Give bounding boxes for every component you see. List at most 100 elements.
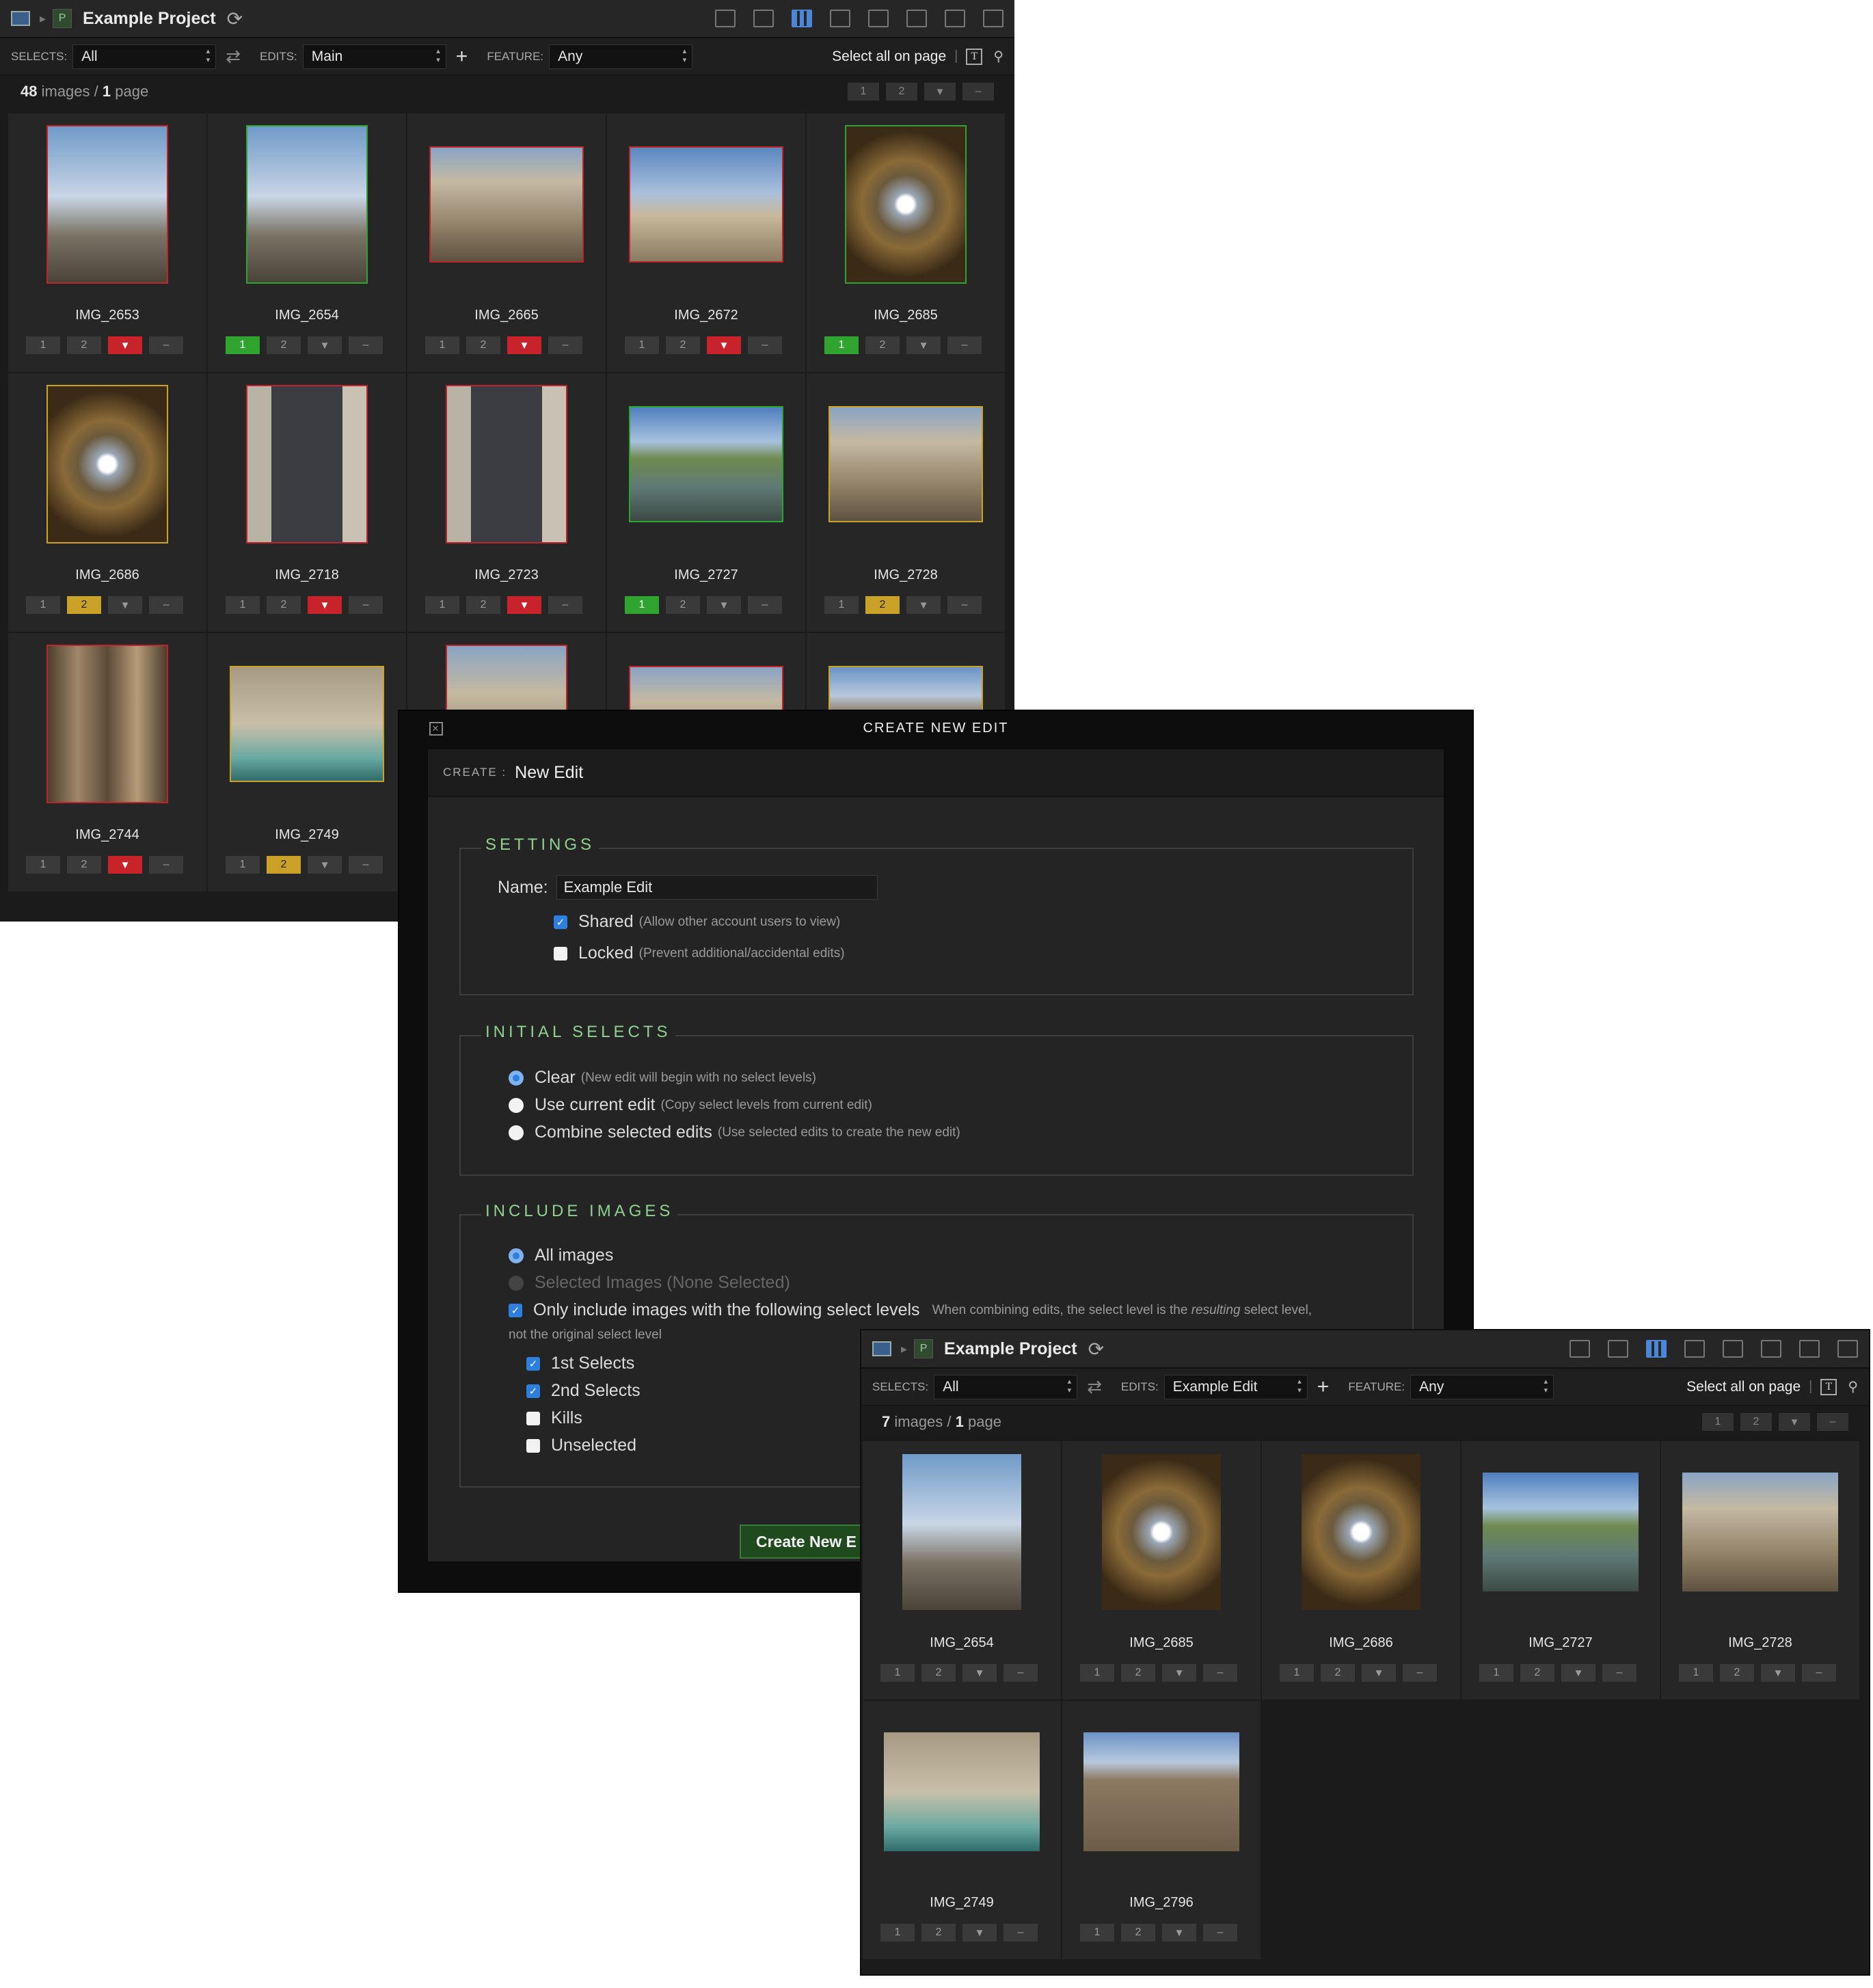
level-2-button[interactable]: 2 xyxy=(67,596,101,614)
level-2-button[interactable]: 2 xyxy=(267,596,301,614)
level-2-button[interactable]: 2 xyxy=(666,336,700,354)
level-1-button[interactable]: 1 xyxy=(1479,1664,1513,1682)
first-selects-row[interactable]: ✓ 1st Selects xyxy=(526,1354,634,1373)
bulk-level-1-button[interactable]: 1 xyxy=(1702,1413,1734,1431)
clear-level-button[interactable]: – xyxy=(1003,1924,1038,1942)
level-1-button[interactable]: 1 xyxy=(1080,1664,1114,1682)
level-2-button[interactable]: 2 xyxy=(466,336,500,354)
small-grid-icon[interactable] xyxy=(792,10,812,27)
kill-button[interactable]: ▼ xyxy=(707,336,741,354)
clear-level-button[interactable]: – xyxy=(349,336,383,354)
kill-button[interactable]: ▼ xyxy=(962,1924,997,1942)
single-view-icon[interactable] xyxy=(868,10,889,27)
image-tile[interactable]: IMG_2686 1 2 ▼ – xyxy=(1262,1441,1460,1700)
image-tile[interactable]: IMG_2796 1 2 ▼ – xyxy=(1062,1701,1261,1959)
level-2-button[interactable]: 2 xyxy=(67,336,101,354)
level-1-button[interactable]: 1 xyxy=(226,336,260,354)
name-input[interactable]: Example Edit xyxy=(556,875,878,900)
level-1-button[interactable]: 1 xyxy=(1080,1924,1114,1942)
combine-radio-row[interactable]: Combine selected edits (Use selected edi… xyxy=(509,1123,960,1142)
image-tile[interactable]: IMG_2749 1 2 ▼ – xyxy=(208,633,406,891)
compare-view-icon[interactable] xyxy=(906,10,927,27)
thumbnail-image[interactable] xyxy=(901,1453,1023,1611)
small-grid-icon[interactable] xyxy=(1646,1340,1667,1358)
select-all-link[interactable]: Select all on page xyxy=(832,49,946,65)
level-2-button[interactable]: 2 xyxy=(1520,1664,1554,1682)
level-1-button[interactable]: 1 xyxy=(880,1924,915,1942)
level-2-button[interactable]: 2 xyxy=(1121,1924,1155,1942)
level-1-button[interactable]: 1 xyxy=(824,336,859,354)
image-tile[interactable]: IMG_2653 1 2 ▼ – xyxy=(8,113,206,372)
thumbnail-image[interactable] xyxy=(828,406,983,522)
clear-level-button[interactable]: – xyxy=(748,336,782,354)
clear-level-button[interactable]: – xyxy=(748,596,782,614)
bulk-clear-button[interactable]: – xyxy=(962,83,994,100)
app-image-icon[interactable] xyxy=(11,11,30,26)
level-1-button[interactable]: 1 xyxy=(425,336,459,354)
level-2-button[interactable]: 2 xyxy=(466,596,500,614)
all-images-radio[interactable] xyxy=(509,1248,524,1263)
add-edit-icon[interactable]: + xyxy=(456,45,468,68)
compare-view-icon[interactable] xyxy=(1761,1340,1781,1358)
search-icon[interactable]: ⚲ xyxy=(993,48,1003,65)
only-include-row[interactable]: ✓ Only include images with the following… xyxy=(509,1300,1312,1320)
image-tile[interactable]: IMG_2665 1 2 ▼ – xyxy=(407,113,606,372)
level-2-button[interactable]: 2 xyxy=(1121,1664,1155,1682)
combine-edits-radio[interactable] xyxy=(509,1125,524,1140)
kills-row[interactable]: Kills xyxy=(526,1408,582,1428)
level-1-button[interactable]: 1 xyxy=(26,856,60,874)
current-edit-radio[interactable] xyxy=(509,1097,524,1113)
large-grid-icon[interactable] xyxy=(830,10,850,27)
kill-button[interactable]: ▼ xyxy=(507,336,541,354)
level-2-button[interactable]: 2 xyxy=(267,856,301,874)
kills-checkbox[interactable] xyxy=(526,1411,540,1425)
level-2-button[interactable]: 2 xyxy=(666,596,700,614)
text-toggle-icon[interactable]: T xyxy=(966,48,983,65)
level-2-button[interactable]: 2 xyxy=(267,336,301,354)
refresh-icon[interactable]: ⟳ xyxy=(1088,1338,1104,1360)
level-1-button[interactable]: 1 xyxy=(625,596,659,614)
image-tile[interactable]: IMG_2744 1 2 ▼ – xyxy=(8,633,206,891)
clear-level-button[interactable]: – xyxy=(1203,1664,1237,1682)
level-1-button[interactable]: 1 xyxy=(880,1664,915,1682)
sync-icon[interactable]: ⇄ xyxy=(226,46,241,67)
thumbnail-image[interactable] xyxy=(429,146,584,263)
current-radio-row[interactable]: Use current edit (Copy select levels fro… xyxy=(509,1095,872,1115)
thumbnail-image[interactable] xyxy=(882,1731,1041,1853)
locked-checkbox-row[interactable]: Locked (Prevent additional/accidental ed… xyxy=(554,943,845,963)
kill-button[interactable]: ▼ xyxy=(108,336,142,354)
clear-radio[interactable] xyxy=(509,1070,524,1086)
kill-button[interactable]: ▼ xyxy=(1362,1664,1396,1682)
kill-button[interactable]: ▼ xyxy=(1561,1664,1595,1682)
thumbnail-image[interactable] xyxy=(1681,1471,1840,1593)
search-icon[interactable]: ⚲ xyxy=(1848,1378,1858,1395)
bulk-kill-button[interactable]: ▼ xyxy=(924,83,956,100)
feature-dropdown[interactable]: Any xyxy=(1410,1374,1554,1399)
thumbnail-image[interactable] xyxy=(1481,1471,1640,1593)
clear-level-button[interactable]: – xyxy=(349,856,383,874)
level-2-button[interactable]: 2 xyxy=(67,856,101,874)
kill-button[interactable]: ▼ xyxy=(1761,1664,1795,1682)
image-tile[interactable]: IMG_2718 1 2 ▼ – xyxy=(208,373,406,632)
level-2-button[interactable]: 2 xyxy=(865,336,900,354)
level-2-button[interactable]: 2 xyxy=(865,596,900,614)
thumbnail-image[interactable] xyxy=(246,125,368,284)
selects-dropdown[interactable]: All xyxy=(72,44,217,69)
list-view-icon[interactable] xyxy=(1569,1340,1590,1358)
image-tile[interactable]: IMG_2672 1 2 ▼ – xyxy=(607,113,805,372)
level-1-button[interactable]: 1 xyxy=(1679,1664,1713,1682)
select-all-link[interactable]: Select all on page xyxy=(1686,1379,1801,1395)
level-1-button[interactable]: 1 xyxy=(625,336,659,354)
bulk-level-2-button[interactable]: 2 xyxy=(886,83,917,100)
image-tile[interactable]: IMG_2727 1 2 ▼ – xyxy=(1461,1441,1660,1700)
clear-level-button[interactable]: – xyxy=(349,596,383,614)
overlay-icon[interactable] xyxy=(945,10,965,27)
level-1-button[interactable]: 1 xyxy=(824,596,859,614)
feature-dropdown[interactable]: Any xyxy=(549,44,693,69)
clear-level-button[interactable]: – xyxy=(1802,1664,1836,1682)
kill-button[interactable]: ▼ xyxy=(108,856,142,874)
detail-list-icon[interactable] xyxy=(1608,1340,1628,1358)
clear-level-button[interactable]: – xyxy=(1602,1664,1636,1682)
bulk-kill-button[interactable]: ▼ xyxy=(1779,1413,1810,1431)
clear-level-button[interactable]: – xyxy=(149,596,183,614)
